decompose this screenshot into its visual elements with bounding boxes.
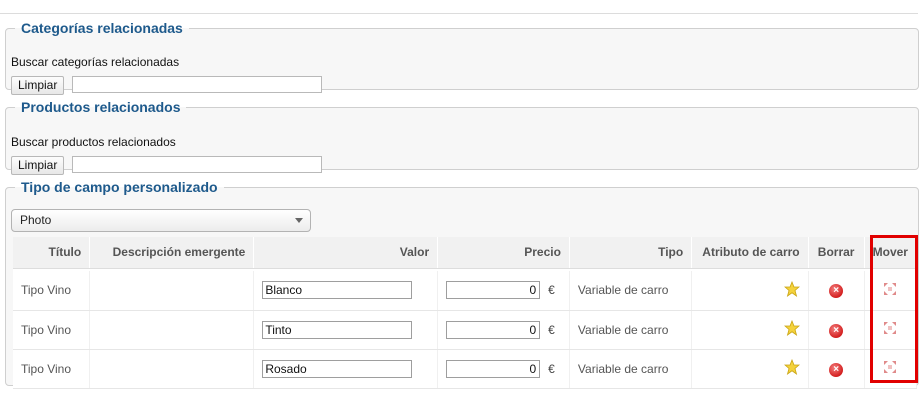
column-header-move: Mover [864,237,918,269]
star-icon[interactable] [783,320,800,336]
custom-field-legend: Tipo de campo personalizado [21,179,218,195]
star-icon[interactable] [783,359,800,375]
related-products-clear-button[interactable]: Limpiar [11,156,65,175]
custom-field-table: Título Descripción emergente Valor Preci… [13,237,918,389]
move-icon[interactable] [883,360,897,374]
row-type: Variable de carro [569,271,693,311]
row-tooltip [89,349,255,389]
related-categories-search-label: Buscar categorías relacionadas [11,55,180,69]
row-value-input[interactable] [262,281,413,300]
row-value-input[interactable] [262,320,413,339]
top-divider [0,13,918,14]
column-header-price: Precio [437,237,570,269]
row-title: Tipo Vino [13,349,91,389]
row-title: Tipo Vino [13,310,91,350]
currency-symbol: € [548,322,555,337]
related-categories-clear-button[interactable]: Limpiar [11,76,65,95]
custom-field-type-selected: Photo [20,213,52,227]
custom-field-type-select[interactable]: Photo [11,209,311,232]
row-tooltip [89,310,255,350]
delete-icon[interactable]: × [829,362,844,377]
currency-symbol: € [548,283,555,298]
column-header-tooltip: Descripción emergente [89,237,255,269]
column-header-delete: Borrar [808,237,865,269]
related-products-legend: Productos relacionados [21,99,181,115]
related-categories-panel: Categorías relacionadas Buscar categoría… [5,20,919,95]
table-row: Tipo Vino € Variable de carro × [13,310,918,350]
row-type: Variable de carro [569,349,693,389]
row-tooltip [89,271,255,311]
row-price-input[interactable] [446,320,541,339]
move-icon[interactable] [883,282,897,296]
row-title: Tipo Vino [13,271,91,311]
move-icon[interactable] [883,321,897,335]
related-categories-search-input[interactable] [72,76,322,93]
related-products-panel: Productos relacionados Buscar productos … [5,99,919,175]
column-header-value: Valor [253,237,439,269]
row-type: Variable de carro [569,310,693,350]
table-header-row: Título Descripción emergente Valor Preci… [13,237,918,269]
column-header-title: Título [13,237,91,269]
currency-symbol: € [548,361,555,376]
delete-icon[interactable]: × [829,284,844,299]
related-categories-legend: Categorías relacionadas [21,20,183,36]
row-price-input[interactable] [446,281,541,300]
table-row: Tipo Vino € Variable de carro × [13,271,918,311]
row-price-input[interactable] [446,359,541,378]
related-products-search-label: Buscar productos relacionados [11,135,176,149]
star-icon[interactable] [783,280,800,297]
row-value-input[interactable] [262,359,413,378]
custom-field-panel: Tipo de campo personalizado Photo Título… [5,179,919,389]
column-header-cart-attribute: Atributo de carro [691,237,809,269]
chevron-down-icon [295,218,303,223]
delete-icon[interactable]: × [829,323,844,338]
table-row: Tipo Vino € Variable de carro × [13,349,918,389]
column-header-type: Tipo [569,237,693,269]
related-products-search-input[interactable] [72,156,322,173]
